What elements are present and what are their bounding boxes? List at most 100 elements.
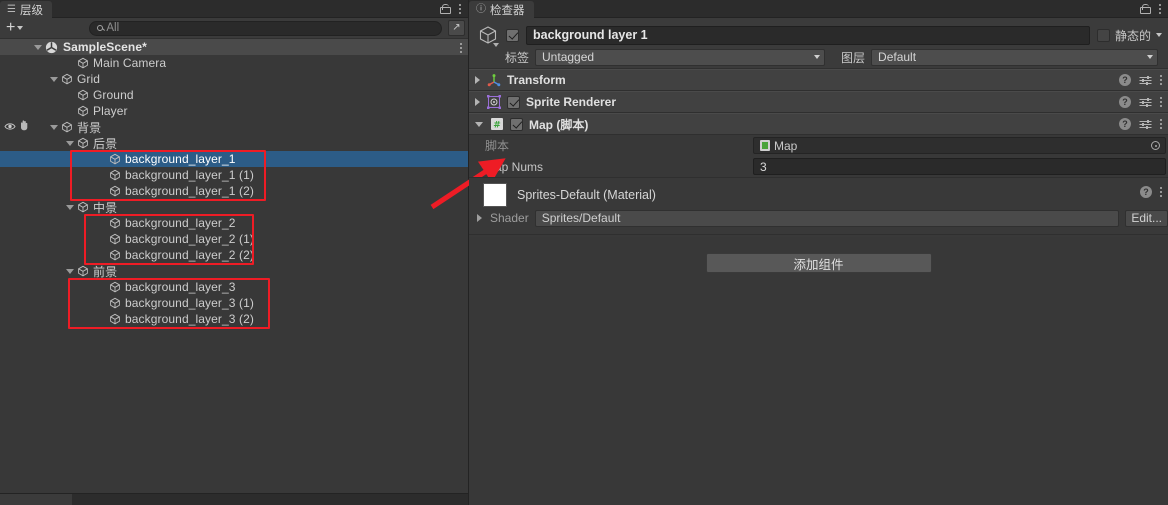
- hierarchy-item-row[interactable]: background_layer_1 (2): [0, 183, 468, 199]
- hierarchy-item-row[interactable]: 中景: [0, 199, 468, 215]
- preset-sliders-icon[interactable]: [1139, 119, 1152, 130]
- help-icon[interactable]: ?: [1119, 74, 1131, 86]
- bottom-tab[interactable]: [0, 494, 72, 505]
- expand-toggle-icon[interactable]: [50, 76, 58, 82]
- hierarchy-expand-button[interactable]: ↗: [448, 20, 465, 36]
- hierarchy-item-row[interactable]: background_layer_1: [0, 151, 468, 167]
- component-enabled-checkbox[interactable]: [507, 95, 520, 109]
- kebab-menu-icon[interactable]: [1160, 97, 1162, 107]
- tag-dropdown[interactable]: Untagged: [535, 48, 826, 66]
- hierarchy-item-label: SampleScene*: [63, 40, 147, 54]
- expand-toggle-icon[interactable]: [34, 44, 42, 50]
- inspector-tabstrip: ⓘ 检查器: [469, 0, 1168, 18]
- hierarchy-item-row[interactable]: Ground: [0, 87, 468, 103]
- hierarchy-item-row[interactable]: 后景: [0, 135, 468, 151]
- static-checkbox[interactable]: [1096, 28, 1110, 42]
- hierarchy-item-row[interactable]: background_layer_3: [0, 279, 468, 295]
- hierarchy-item-label: Grid: [77, 72, 101, 86]
- help-icon[interactable]: ?: [1119, 96, 1131, 108]
- kebab-menu-icon[interactable]: [460, 43, 462, 53]
- gameobject-cube-icon: [61, 121, 73, 133]
- tab-inspector[interactable]: ⓘ 检查器: [469, 1, 534, 18]
- shader-edit-button[interactable]: Edit...: [1125, 209, 1168, 227]
- component-enabled-checkbox[interactable]: [510, 117, 523, 131]
- hierarchy-item-label: 中景: [93, 200, 118, 215]
- hierarchy-item-row[interactable]: background_layer_3 (1): [0, 295, 468, 311]
- gameobject-cube-icon: [77, 105, 89, 117]
- expand-toggle-icon[interactable]: [66, 204, 74, 210]
- preset-sliders-icon[interactable]: [1139, 97, 1152, 108]
- component-header-icons: ?: [1119, 74, 1162, 86]
- hierarchy-item-label: background_layer_3 (2): [125, 312, 254, 326]
- hierarchy-item-label: 背景: [77, 120, 102, 135]
- object-active-checkbox[interactable]: [506, 28, 519, 42]
- layer-label: 图层: [841, 50, 866, 65]
- hierarchy-tree[interactable]: SampleScene* Main Camera Grid Ground Player 背…: [0, 39, 468, 493]
- hierarchy-panel: ☰ 层级 + All ↗ SampleScene* Main Camera Gr…: [0, 0, 506, 505]
- unity-scene-icon: [45, 41, 58, 54]
- kebab-menu-icon[interactable]: [1160, 75, 1162, 85]
- gameobject-cube-icon: [77, 137, 89, 149]
- shader-dropdown[interactable]: Sprites/Default: [534, 209, 1120, 227]
- expand-toggle-icon[interactable]: [66, 268, 74, 274]
- eye-icon[interactable]: [4, 120, 16, 134]
- component-header[interactable]: Transform?: [469, 69, 1168, 91]
- preset-sliders-icon[interactable]: [1139, 75, 1152, 86]
- help-icon[interactable]: ?: [1140, 186, 1152, 198]
- tab-hierarchy[interactable]: ☰ 层级: [0, 1, 52, 18]
- hierarchy-scene-row[interactable]: SampleScene*: [0, 39, 468, 55]
- hierarchy-item-label: 后景: [93, 136, 118, 151]
- tag-label: 标签: [505, 50, 530, 65]
- static-toggle-group[interactable]: 静态的: [1096, 27, 1162, 44]
- hierarchy-search-input[interactable]: All: [89, 20, 442, 36]
- hierarchy-lock-button[interactable]: [436, 0, 452, 17]
- add-component-button[interactable]: 添加组件: [705, 253, 932, 273]
- hierarchy-item-row[interactable]: background_layer_2 (2): [0, 247, 468, 263]
- expand-toggle-icon[interactable]: [66, 140, 74, 146]
- component-title: Sprite Renderer: [526, 95, 617, 109]
- hierarchy-item-row[interactable]: 背景: [0, 119, 468, 135]
- hierarchy-item-row[interactable]: 前景: [0, 263, 468, 279]
- kebab-menu-icon[interactable]: [1160, 187, 1162, 197]
- chevron-down-icon[interactable]: [1156, 33, 1162, 37]
- chevron-down-icon[interactable]: [475, 121, 483, 127]
- script-object-field[interactable]: Map: [753, 137, 1166, 154]
- object-name-input[interactable]: background layer 1: [526, 25, 1090, 45]
- hierarchy-item-label: Ground: [93, 88, 134, 102]
- chevron-right-icon[interactable]: [475, 98, 480, 106]
- component-header[interactable]: # Map (脚本)?: [469, 113, 1168, 135]
- kebab-menu-icon[interactable]: [1160, 119, 1162, 129]
- add-component-area: 添加组件: [469, 237, 1168, 273]
- map-nums-input[interactable]: 3: [753, 158, 1166, 175]
- component-header-icons: ?: [1119, 118, 1162, 130]
- chevron-right-icon[interactable]: [475, 76, 480, 84]
- inspector-object-header: background layer 1 静态的 标签 Untagged 图层 De…: [469, 18, 1168, 69]
- hierarchy-item-row[interactable]: Grid: [0, 71, 468, 87]
- inspector-lock-button[interactable]: [1136, 0, 1152, 17]
- gameobject-cube-icon: [477, 24, 499, 47]
- unity-editor-window: ☰ 层级 + All ↗ SampleScene* Main Camera Gr…: [0, 0, 1168, 505]
- chevron-down-icon: [814, 55, 821, 59]
- hierarchy-item-row[interactable]: background_layer_2: [0, 215, 468, 231]
- hierarchy-item-row[interactable]: Main Camera: [0, 55, 468, 71]
- help-icon[interactable]: ?: [1119, 118, 1131, 130]
- layer-dropdown[interactable]: Default: [871, 48, 1158, 66]
- plus-icon: +: [6, 19, 16, 36]
- object-name-row: background layer 1 静态的: [477, 24, 1162, 47]
- expand-toggle-icon[interactable]: [50, 124, 58, 130]
- hierarchy-menu-button[interactable]: [452, 0, 468, 17]
- inspector-menu-button[interactable]: [1152, 0, 1168, 17]
- hierarchy-item-row[interactable]: background_layer_1 (1): [0, 167, 468, 183]
- gameobject-cube-icon: [109, 217, 121, 229]
- object-picker-icon[interactable]: [1151, 141, 1160, 150]
- component-header[interactable]: Sprite Renderer?: [469, 91, 1168, 113]
- hand-icon[interactable]: [19, 120, 29, 134]
- create-object-button[interactable]: +: [6, 19, 24, 36]
- hierarchy-item-label: background_layer_3: [125, 280, 236, 294]
- csharp-script-icon: #: [490, 117, 504, 131]
- scene-row-menu[interactable]: [460, 43, 462, 53]
- hierarchy-item-row[interactable]: Player: [0, 103, 468, 119]
- hierarchy-item-row[interactable]: background_layer_3 (2): [0, 311, 468, 327]
- hierarchy-item-row[interactable]: background_layer_2 (1): [0, 231, 468, 247]
- chevron-right-icon[interactable]: [477, 214, 482, 222]
